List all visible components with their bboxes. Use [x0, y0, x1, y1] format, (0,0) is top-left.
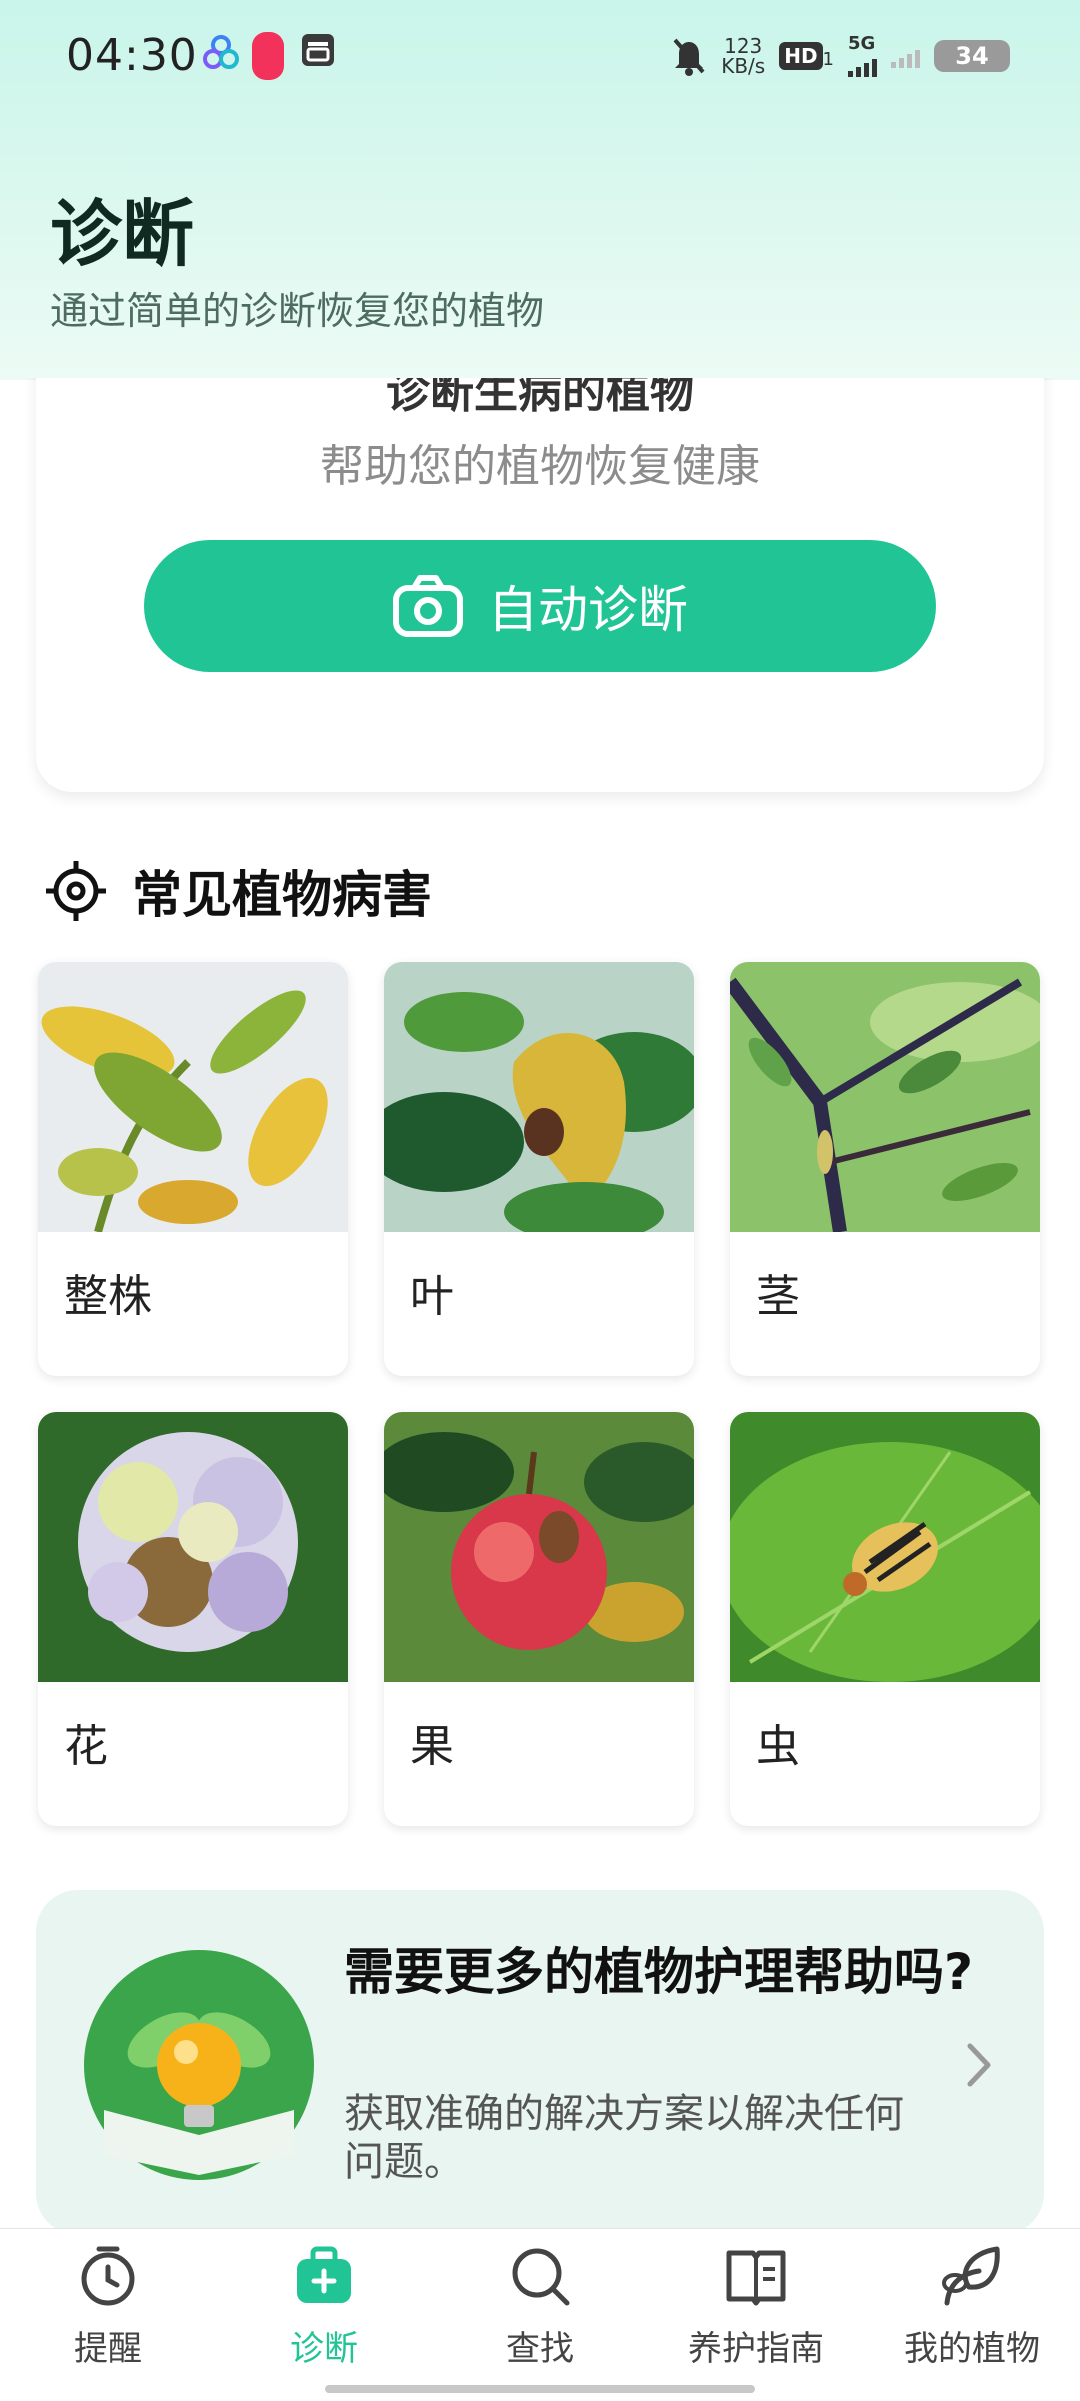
category-tile-fruit[interactable]: 果	[384, 1412, 694, 1826]
nav-care-guide[interactable]: 养护指南	[648, 2243, 864, 2383]
status-right-icons: 123 KB/s HD 1 5G 34	[671, 32, 1010, 80]
battery-icon: 34	[934, 40, 1010, 72]
book-icon	[726, 2250, 786, 2306]
app-notification-icon	[203, 35, 239, 69]
leaf-icon	[942, 2246, 1000, 2306]
target-icon	[46, 861, 106, 921]
nav-label: 养护指南	[688, 2329, 824, 2369]
flower-image	[38, 1412, 348, 1682]
auto-diagnosis-button[interactable]: 自动诊断	[144, 540, 936, 672]
common-diseases-heading: 常见植物病害	[44, 855, 432, 927]
nav-search[interactable]: 查找	[432, 2243, 648, 2383]
auto-diagnosis-label: 自动诊断	[488, 581, 688, 639]
nav-diagnosis[interactable]: 诊断	[216, 2243, 432, 2383]
category-tile-flower[interactable]: 花	[38, 1412, 348, 1826]
nav-label: 提醒	[74, 2329, 142, 2369]
network-speed: 123 KB/s	[721, 36, 765, 76]
category-tile-stem[interactable]: 茎	[730, 962, 1040, 1376]
lightbulb-book-icon	[84, 1950, 314, 2180]
archive-icon	[302, 34, 334, 66]
hd-sub: 1	[822, 49, 834, 70]
page-subtitle: 通过简单的诊断恢复您的植物	[50, 289, 545, 333]
card-subtitle: 帮助您的植物恢复健康	[320, 441, 760, 492]
category-tile-whole-plant[interactable]: 整株	[38, 962, 348, 1376]
category-label: 整株	[64, 1271, 152, 1322]
network-type: 5G	[848, 33, 876, 54]
fruit-image	[384, 1412, 694, 1682]
help-card-text: 获取准确的解决方案以解决任何问题。	[344, 2091, 904, 2185]
page-title: 诊断	[50, 192, 195, 276]
battery-level: 34	[955, 42, 989, 70]
category-tile-leaf[interactable]: 叶	[384, 962, 694, 1376]
category-label: 果	[410, 1721, 454, 1772]
stem-image	[730, 962, 1040, 1232]
header: 04:30 123 KB/s HD 1 5G 34 诊断 通过简单的诊断恢复您的…	[0, 0, 1080, 378]
category-label: 花	[64, 1721, 108, 1772]
category-label: 茎	[756, 1271, 800, 1322]
alarm-clock-icon	[81, 2246, 135, 2306]
camera-icon	[393, 575, 463, 637]
nav-label: 查找	[506, 2329, 574, 2369]
plant-care-help-card[interactable]: 需要更多的植物护理帮助吗? 获取准确的解决方案以解决任何问题。	[36, 1890, 1044, 2235]
medical-kit-icon	[297, 2246, 351, 2303]
nav-label: 诊断	[290, 2329, 358, 2369]
home-indicator[interactable]	[325, 2385, 755, 2393]
nav-label: 我的植物	[904, 2329, 1040, 2369]
chevron-right-icon	[967, 2043, 991, 2087]
section-title: 常见植物病害	[132, 866, 432, 924]
category-label: 虫	[756, 1721, 800, 1772]
help-card-title: 需要更多的植物护理帮助吗?	[344, 1943, 974, 2001]
bottom-navigation: 提醒 诊断 查找 养护指南 我的植物	[0, 2228, 1080, 2401]
status-bar: 04:30 123 KB/s HD 1 5G 34	[0, 0, 1080, 115]
nav-my-plants[interactable]: 我的植物	[864, 2243, 1080, 2383]
hd-indicator: HD 1	[779, 42, 834, 70]
leaf-image	[384, 962, 694, 1232]
hd-badge: HD	[779, 42, 823, 70]
app-notification-icon	[252, 32, 284, 80]
category-tile-pest[interactable]: 虫	[730, 1412, 1040, 1826]
signal-5g: 5G	[848, 35, 877, 77]
signal-icon	[848, 53, 877, 77]
mute-bell-icon	[673, 38, 705, 76]
status-time: 04:30	[66, 30, 198, 81]
whole-plant-image	[38, 962, 348, 1232]
nav-reminders[interactable]: 提醒	[0, 2243, 216, 2383]
signal-secondary-icon	[891, 44, 920, 68]
network-speed-value: 123	[724, 34, 763, 58]
pest-image	[730, 1412, 1040, 1682]
search-icon	[512, 2248, 570, 2306]
category-label: 叶	[410, 1271, 454, 1322]
network-speed-unit: KB/s	[721, 54, 766, 78]
